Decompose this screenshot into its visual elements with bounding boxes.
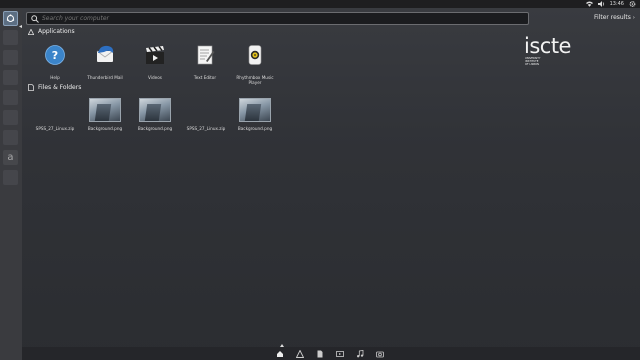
app-label: Help: [50, 75, 60, 80]
app-videos[interactable]: Videos: [133, 44, 177, 80]
launcher-item-writer[interactable]: [3, 70, 18, 85]
amazon-icon[interactable]: a: [3, 150, 18, 165]
app-label: Text Editor: [193, 75, 217, 80]
zip-icon: [190, 98, 222, 122]
launcher-item-software[interactable]: [3, 130, 18, 145]
applications-lens-icon[interactable]: [296, 350, 304, 358]
dash-home-button[interactable]: [3, 11, 18, 26]
clock[interactable]: 13:46: [610, 1, 624, 7]
applications-category-icon: [28, 28, 34, 35]
music-lens-icon[interactable]: [356, 350, 364, 358]
filter-results-label: Filter results: [594, 14, 631, 21]
filter-results-button[interactable]: Filter results ›: [594, 14, 635, 21]
file-item[interactable]: Background.png: [229, 98, 281, 131]
system-tray: 13:46: [585, 0, 636, 8]
thunderbird-icon: [96, 45, 114, 62]
launcher-item-browser[interactable]: [3, 50, 18, 65]
videos-icon: [146, 45, 164, 64]
files-folders-header[interactable]: Files & Folders: [28, 84, 81, 91]
image-thumbnail: [89, 98, 121, 122]
app-text-editor[interactable]: Text Editor: [183, 44, 227, 80]
photos-lens-icon[interactable]: [376, 350, 384, 358]
home-lens-icon[interactable]: [276, 350, 284, 358]
ubuntu-logo-icon: [6, 14, 15, 22]
file-label: SPSS_27_Linux.zip: [35, 126, 75, 131]
app-label: Thunderbird Mail: [87, 75, 123, 80]
file-label: Background.png: [137, 126, 173, 131]
iscte-logo: iscte UNIVERSITY INSTITUTE OF LISBON: [524, 34, 571, 66]
file-label: Background.png: [87, 126, 123, 131]
sound-icon[interactable]: [597, 1, 605, 7]
launcher-item-settings[interactable]: [3, 170, 18, 185]
text-editor-icon: [197, 45, 215, 65]
applications-header[interactable]: Applications: [28, 28, 75, 35]
gear-icon[interactable]: [629, 1, 636, 7]
search-input[interactable]: [42, 15, 502, 22]
video-lens-icon[interactable]: [336, 350, 344, 358]
file-category-icon: [28, 84, 34, 91]
lens-bar: [22, 347, 640, 360]
logo-wordmark: iscte: [524, 34, 571, 58]
applications-header-label: Applications: [38, 28, 75, 35]
files-lens-icon[interactable]: [316, 350, 324, 358]
network-icon[interactable]: [585, 1, 593, 7]
help-icon: ?: [45, 45, 65, 65]
search-bar[interactable]: [26, 12, 529, 25]
app-thunderbird[interactable]: Thunderbird Mail: [83, 44, 127, 80]
files-folders-header-label: Files & Folders: [38, 84, 82, 91]
launcher-item-files[interactable]: [3, 30, 18, 45]
app-help[interactable]: ? Help: [33, 44, 77, 80]
file-item[interactable]: Background.png: [79, 98, 131, 131]
logo-subtitle: UNIVERSITY INSTITUTE OF LISBON: [525, 57, 571, 66]
logo-subtitle-line: OF LISBON: [525, 63, 539, 66]
image-thumbnail: [139, 98, 171, 122]
svg-text:?: ?: [52, 49, 58, 62]
file-item[interactable]: SPSS_27_Linux.zip: [180, 98, 232, 131]
search-icon: [31, 14, 39, 23]
app-label: Rhythmbox Music Player: [236, 75, 274, 85]
app-label: Videos: [148, 75, 162, 80]
dash-overlay: Filter results› Applications ? Help Thun…: [22, 8, 640, 360]
top-panel: 13:46: [0, 0, 640, 8]
launcher-item-calc[interactable]: [3, 90, 18, 105]
launcher-item-impress[interactable]: [3, 110, 18, 125]
file-label: Background.png: [237, 126, 273, 131]
image-thumbnail: [239, 98, 271, 122]
chevron-right-icon: ›: [632, 15, 635, 21]
file-label: SPSS_27_Linux.zip: [186, 126, 226, 131]
file-item[interactable]: Background.png: [129, 98, 181, 131]
rhythmbox-icon: [248, 45, 262, 65]
file-item[interactable]: SPSS_27_Linux.zip: [29, 98, 81, 131]
launcher: ◂ a: [0, 8, 23, 360]
zip-icon: [39, 98, 71, 122]
app-rhythmbox[interactable]: Rhythmbox Music Player: [233, 44, 277, 85]
